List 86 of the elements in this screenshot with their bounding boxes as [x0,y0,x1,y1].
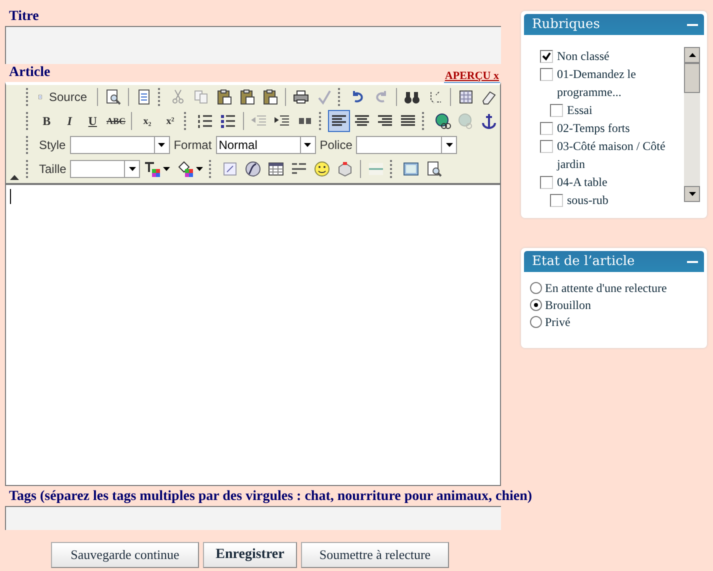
scrollbar-thumb[interactable] [684,63,700,93]
form-button[interactable]: Soumettre à relecture [301,542,449,568]
radio-label: En attente d'une relecture [545,280,667,297]
dropdown-arrow-icon [163,167,170,171]
smiley-icon [314,161,330,177]
scroll-up-icon[interactable] [688,53,696,57]
dropdown-arrow-icon [196,167,204,171]
checkbox[interactable] [540,50,553,63]
preview-link[interactable]: APERÇU x [444,70,500,83]
category-label: 01-Demandez le programme... [557,66,637,101]
scroll-down-icon[interactable] [688,192,696,196]
category-label: Essai [567,102,592,119]
category-label: Non classé [557,48,610,65]
printer-icon [292,89,309,105]
combo-label: Police [320,138,352,152]
select-all-icon [458,89,474,105]
field-label: Titre [8,8,39,26]
anchor-icon [481,113,498,129]
checkbox[interactable] [540,68,553,81]
clipboard-icon [216,89,232,105]
eraser-icon [480,89,497,105]
toolbar-button[interactable] [328,110,350,132]
copy-icon [193,89,210,105]
checkbox[interactable] [540,140,553,153]
globe-link-icon [435,113,452,129]
italic-button[interactable]: I [58,110,81,132]
table-icon [268,161,284,177]
category-label: 02-Temps forts [557,120,630,137]
radio-button[interactable] [530,316,542,328]
spellcheck-icon [316,89,332,105]
numbered-list-icon [196,113,213,129]
page-magnifier-icon [426,161,442,177]
strike-button[interactable]: ABC [104,110,128,132]
binoculars-icon [404,89,420,105]
clipboard-icon [262,89,278,105]
text-color-icon [144,161,160,177]
category-label: 04-A table [557,174,608,191]
title-input[interactable] [5,26,501,64]
combo-label: Format [174,138,212,152]
radio-button[interactable] [530,299,542,311]
form-lines-icon [291,161,308,177]
fill-color-icon [177,161,194,177]
tags-input[interactable] [5,506,501,530]
scrollbar[interactable] [684,47,700,202]
underline-button[interactable]: U [82,110,104,132]
align-left-icon [331,113,348,129]
field-label: Tags (séparez les tags multiples par des virgules : chat, nourriture pour animaux, chien) [8,488,532,506]
checkbox[interactable] [540,176,553,189]
align-right-icon [377,113,394,129]
field-label: Article [8,64,50,82]
clipboard-icon [239,89,256,105]
checkbox[interactable] [550,194,563,207]
radio-button[interactable] [530,282,542,294]
dropdown-arrow-icon [446,143,453,147]
justify-icon [400,113,416,129]
align-center-icon [354,113,370,129]
combo-box[interactable]: Normal [216,136,316,154]
frame-icon [403,161,420,177]
panel-title: Etat de l’article [532,254,635,269]
combo-label: Taille [39,162,66,176]
category-label: sous-rub [567,192,608,207]
image-icon [222,161,238,177]
form-button[interactable]: Enregistrer [203,542,297,568]
combo-label: Style [39,138,66,152]
preview-icon [104,89,121,105]
radio-label: Brouillon [545,297,592,314]
superscript-button[interactable]: x² [159,110,182,132]
form-button[interactable]: Sauvegarde continue [51,542,199,568]
character-box-icon [337,161,354,177]
document-icon [136,89,152,105]
collapse-icon[interactable] [10,175,19,180]
category-label: 03-Côté maison / Côté jardin [557,138,666,173]
checkbox[interactable] [540,122,553,135]
scissors-icon [170,89,186,105]
radio-label: Privé [545,314,570,331]
source-button[interactable]: Source [35,86,93,108]
dropdown-arrow-icon [304,143,312,147]
dropdown-arrow-icon [128,167,136,171]
subscript-button[interactable]: x₂ [136,110,158,132]
dropdown-arrow-icon [158,143,166,147]
panel-title: Rubriques [532,17,600,32]
checkbox[interactable] [550,104,563,117]
globe-unlink-icon [458,113,474,129]
flash-icon [245,161,262,177]
bulleted-list-icon [220,113,236,129]
bold-button[interactable]: B [36,110,58,132]
